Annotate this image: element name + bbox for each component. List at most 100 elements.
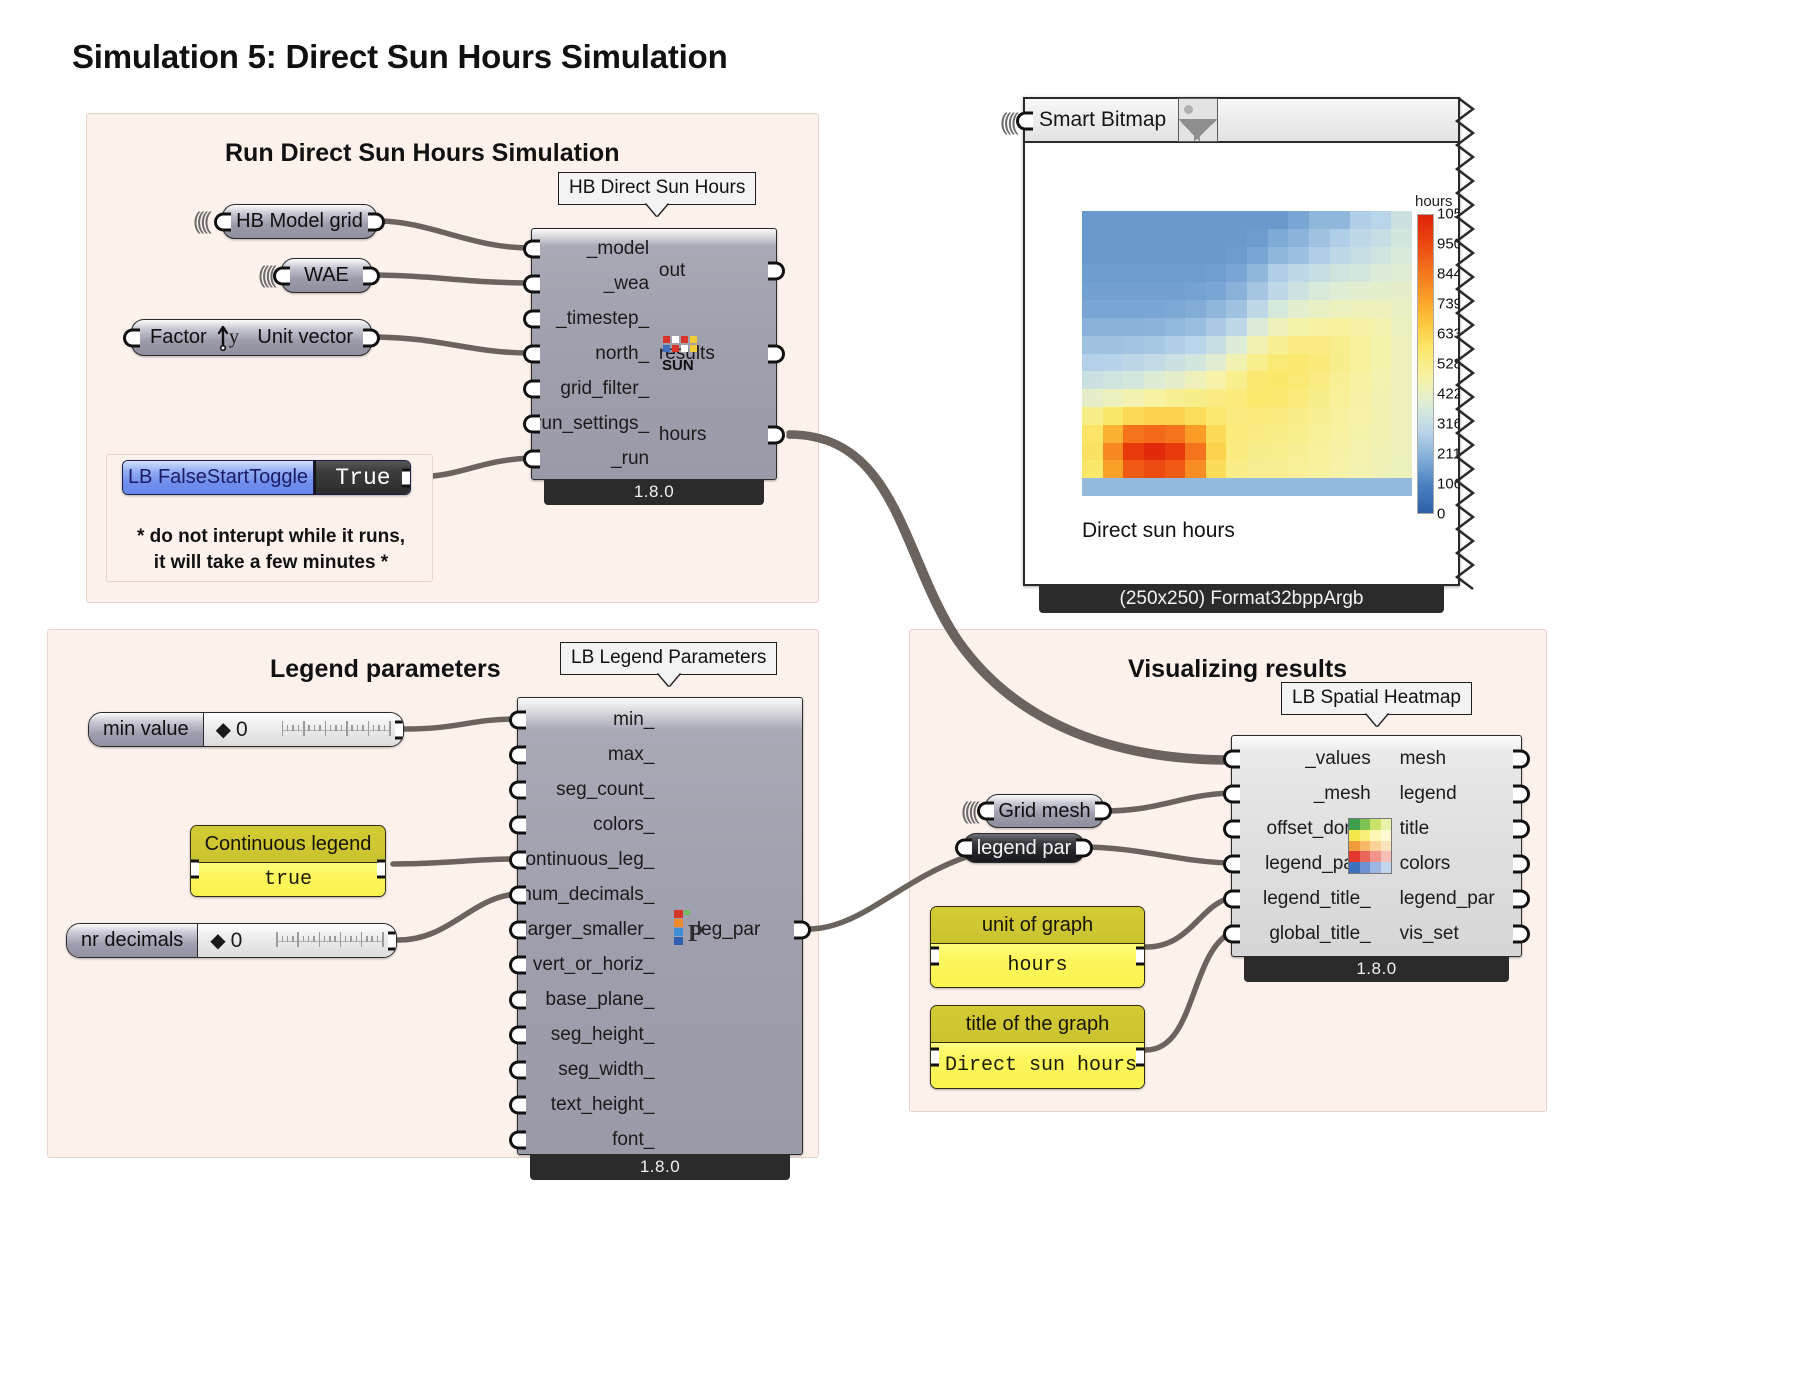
port-in-colors[interactable] bbox=[509, 815, 526, 835]
slider-min-value[interactable]: min value ◆ 0 bbox=[88, 712, 404, 747]
port-in-model[interactable] bbox=[523, 239, 540, 259]
port-in-mesh[interactable] bbox=[1223, 784, 1240, 804]
port-out[interactable] bbox=[1136, 946, 1144, 966]
port-in-text-height[interactable] bbox=[509, 1095, 526, 1115]
wireless-receiver-icon: (((( bbox=[258, 261, 277, 288]
port-in-num-decimals[interactable] bbox=[509, 885, 526, 905]
port-in[interactable] bbox=[123, 328, 140, 347]
port-in-font[interactable] bbox=[509, 1130, 526, 1150]
component-version: 1.8.0 bbox=[530, 1154, 790, 1180]
port-label-north: north_ bbox=[595, 343, 650, 364]
port-in[interactable] bbox=[931, 946, 939, 966]
param-grid-mesh[interactable]: Grid mesh bbox=[977, 794, 1112, 828]
legend-params-icon: P bbox=[674, 909, 708, 951]
port-in-seg-width[interactable] bbox=[509, 1060, 526, 1080]
port-label-base-plane: base_plane_ bbox=[545, 989, 655, 1010]
direct-sun-hours-heatmap bbox=[1082, 211, 1412, 496]
boolean-toggle-false-start[interactable]: LB FalseStartToggle True bbox=[122, 460, 411, 495]
port-label-vis-set: vis_set bbox=[1399, 923, 1459, 944]
param-legend-par[interactable]: legend par bbox=[955, 833, 1093, 863]
component-lb-legend-parameters[interactable]: min_ max_ seg_count_ colors_ continuous_… bbox=[509, 697, 811, 1180]
boolean-toggle-value[interactable]: True bbox=[314, 461, 410, 494]
port-in[interactable] bbox=[214, 212, 231, 231]
slider-handle-icon[interactable]: ◆ bbox=[216, 717, 231, 742]
run-warning-note: * do not interupt while it runs, it will… bbox=[136, 526, 406, 573]
smart-bitmap-header[interactable]: Smart Bitmap bbox=[1025, 98, 1458, 143]
slider-handle-icon[interactable]: ◆ bbox=[210, 928, 225, 953]
port-in-max[interactable] bbox=[509, 745, 526, 765]
param-unit-vector[interactable]: Factor y Unit vector bbox=[123, 319, 380, 356]
component-name-tag-lb-legend-parameters: LB Legend Parameters bbox=[560, 642, 778, 675]
port-out[interactable] bbox=[1136, 1047, 1144, 1067]
panel-title-of-graph[interactable]: title of the graph Direct sun hours bbox=[930, 1005, 1145, 1089]
port-out[interactable] bbox=[388, 931, 396, 950]
slider-tick-marks bbox=[276, 931, 384, 950]
port-label-continuous-leg: continuous_leg_ bbox=[515, 849, 655, 870]
port-label-hours: hours bbox=[658, 424, 707, 445]
panel-unit-of-graph[interactable]: unit of graph hours bbox=[930, 906, 1145, 988]
panel-unit-of-graph-body[interactable]: hours bbox=[931, 944, 1144, 987]
panel-continuous-legend[interactable]: Continuous legend true bbox=[190, 825, 386, 897]
port-in-global-title[interactable] bbox=[1223, 924, 1240, 944]
port-label-global-title: global_title_ bbox=[1269, 923, 1371, 944]
group-title-legend-parameters: Legend parameters bbox=[270, 655, 501, 683]
port-label-mesh-out: mesh bbox=[1399, 748, 1447, 769]
port-label-max: max_ bbox=[607, 744, 655, 765]
port-out[interactable] bbox=[402, 468, 410, 487]
port-in-larger-smaller[interactable] bbox=[509, 920, 526, 940]
port-in-seg-count[interactable] bbox=[509, 780, 526, 800]
slider-nr-decimals[interactable]: nr decimals ◆ 0 bbox=[66, 923, 397, 958]
port-in[interactable] bbox=[931, 1047, 939, 1067]
smart-bitmap-title: Smart Bitmap bbox=[1039, 108, 1167, 131]
port-label-seg-count: seg_count_ bbox=[556, 779, 655, 800]
port-in-legend-par[interactable] bbox=[1223, 854, 1240, 874]
param-hb-model-grid[interactable]: HB Model grid bbox=[214, 204, 385, 239]
slider-min-value-track[interactable]: ◆ 0 bbox=[203, 713, 403, 746]
port-in-continuous-leg[interactable] bbox=[509, 850, 526, 870]
port-in-base-plane[interactable] bbox=[509, 990, 526, 1010]
param-hb-model-grid-label: HB Model grid bbox=[236, 210, 363, 232]
port-in-vert-or-horiz[interactable] bbox=[509, 955, 526, 975]
unit-vector-label: Unit vector bbox=[257, 326, 353, 348]
port-in-run[interactable] bbox=[523, 449, 540, 469]
wireless-receiver-icon: (((( bbox=[193, 207, 212, 234]
component-lb-spatial-heatmap[interactable]: _values _mesh offset_dom_ legend_par_ le… bbox=[1223, 735, 1530, 982]
port-in[interactable] bbox=[1016, 111, 1033, 131]
port-label-legend-title: legend_title_ bbox=[1262, 888, 1371, 909]
slider-nr-decimals-track[interactable]: ◆ 0 bbox=[198, 924, 396, 957]
port-label-legend-par-out: legend_par bbox=[1399, 888, 1495, 909]
panel-continuous-legend-head: Continuous legend bbox=[191, 826, 385, 863]
smart-bitmap-footer: (250x250) Format32bppArgb bbox=[1039, 584, 1444, 613]
port-in[interactable] bbox=[191, 859, 199, 879]
port-in[interactable] bbox=[977, 801, 994, 821]
panel-continuous-legend-body[interactable]: true bbox=[191, 863, 385, 896]
svg-text:y: y bbox=[229, 326, 239, 348]
port-in-wea[interactable] bbox=[523, 274, 540, 294]
colorbar-tick: 0 bbox=[1437, 505, 1446, 523]
port-label-vert-or-horiz: vert_or_horiz_ bbox=[532, 954, 655, 975]
port-out[interactable] bbox=[395, 720, 403, 739]
port-label-font: font_ bbox=[612, 1129, 655, 1150]
grasshopper-canvas[interactable]: Simulation 5: Direct Sun Hours Simulatio… bbox=[0, 0, 1793, 1388]
port-in-min[interactable] bbox=[509, 710, 526, 730]
port-in[interactable] bbox=[273, 266, 290, 285]
component-hb-direct-sun-hours[interactable]: _model _wea _timestep_ north_ grid_filte… bbox=[523, 228, 785, 505]
unit-vector-factor-label: Factor bbox=[150, 326, 207, 348]
port-in-timestep[interactable] bbox=[523, 309, 540, 329]
port-in-grid-filter[interactable] bbox=[523, 379, 540, 399]
port-label-run: _run bbox=[611, 448, 650, 469]
slider-nr-decimals-label: nr decimals bbox=[67, 924, 199, 957]
port-in-run-settings[interactable] bbox=[523, 414, 540, 434]
port-out[interactable] bbox=[377, 859, 385, 879]
port-in-offset-dom[interactable] bbox=[1223, 819, 1240, 839]
port-label-num-decimals: num_decimals_ bbox=[521, 884, 655, 905]
param-wae[interactable]: WAE bbox=[273, 258, 380, 293]
port-in-legend-title[interactable] bbox=[1223, 889, 1240, 909]
port-in-seg-height[interactable] bbox=[509, 1025, 526, 1045]
panel-title-of-graph-body[interactable]: Direct sun hours bbox=[931, 1043, 1144, 1088]
port-in-values[interactable] bbox=[1223, 749, 1240, 769]
smart-bitmap-panel[interactable]: Smart Bitmap Direct sun hours hours 1055… bbox=[1016, 97, 1460, 613]
port-in-north[interactable] bbox=[523, 344, 540, 364]
param-legend-par-label: legend par bbox=[976, 836, 1072, 859]
port-in[interactable] bbox=[955, 838, 972, 858]
